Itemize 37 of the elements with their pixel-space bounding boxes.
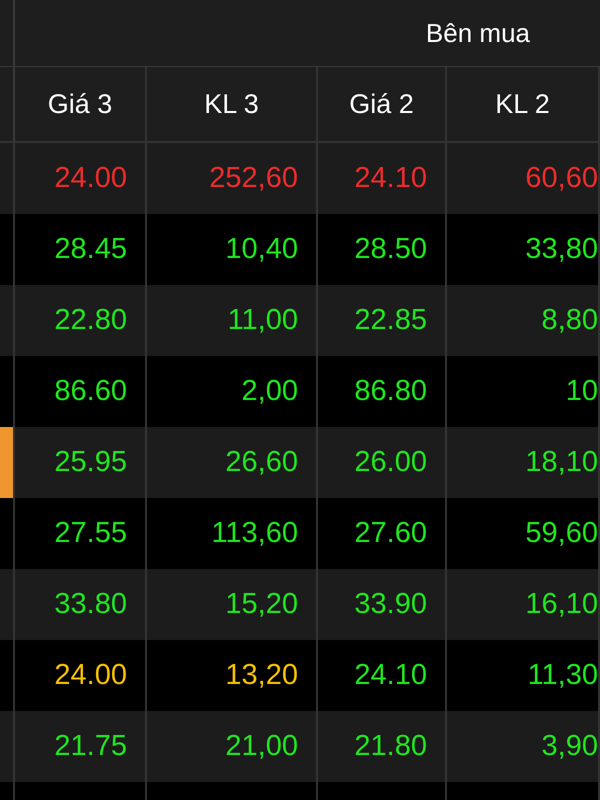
table-cell: 24.10 (354, 659, 427, 692)
table-cell: 3,90 (542, 730, 598, 763)
table-cell: 25.95 (54, 446, 127, 479)
table-cell: 59,60 (525, 517, 598, 550)
table-cell: 21,00 (225, 730, 298, 763)
table-cell: 28.50 (354, 233, 427, 266)
table-cell: 26.00 (354, 446, 427, 479)
table-cell: 21.75 (54, 730, 127, 763)
table-cell: 33.80 (54, 588, 127, 621)
table-cell: 10 (566, 375, 598, 408)
table-cell: 33.90 (354, 588, 427, 621)
table-cell: 24.00 (54, 659, 127, 692)
table-cell: 33,80 (525, 233, 598, 266)
table-cell: 24.10 (354, 162, 427, 195)
table-cell: 22.85 (354, 304, 427, 337)
table-cell: 86.60 (54, 375, 127, 408)
table-cell: 27.60 (354, 517, 427, 550)
table-cell: 21.80 (354, 730, 427, 763)
table-cell: 22.80 (54, 304, 127, 337)
table-cell: 13,20 (225, 659, 298, 692)
table-cell: 26,60 (225, 446, 298, 479)
table-cell: 60,60 (525, 162, 598, 195)
table-cell: 86.80 (354, 375, 427, 408)
table-cell: 113,60 (211, 517, 298, 550)
table-cell: 11,00 (228, 304, 298, 337)
table-cell: 11,30 (528, 659, 598, 692)
column-group-header: Bên mua (426, 18, 530, 48)
table-cell: 24.00 (54, 162, 127, 195)
table-cell: 28.45 (54, 233, 127, 266)
table-cell: 252,60 (209, 162, 298, 195)
table-cell: 16,10 (525, 588, 598, 621)
table-cell: 15,20 (225, 588, 298, 621)
table-cell: 2,00 (242, 375, 298, 408)
table-cell: 8,80 (542, 304, 598, 337)
table-cell: 18,10 (525, 446, 598, 479)
table-cell: 10,40 (225, 233, 298, 266)
table-cell: 27.55 (54, 517, 127, 550)
